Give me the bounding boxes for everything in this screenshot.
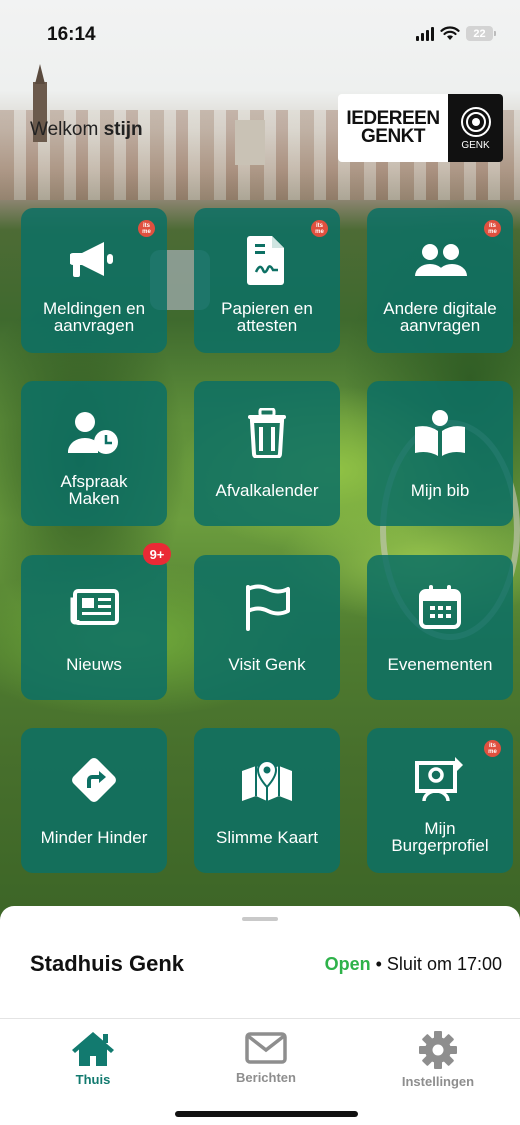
- map-icon: [194, 748, 340, 812]
- status-icons: 22: [416, 26, 496, 41]
- appointment-icon: [21, 401, 167, 465]
- newspaper-icon: [21, 575, 167, 639]
- tile-slimme-kaart[interactable]: Slimme Kaart: [194, 728, 340, 873]
- tile-label: Slimme Kaart: [215, 828, 319, 847]
- tile-evenementen[interactable]: Evenementen: [367, 555, 513, 700]
- tile-mijn-burgerprofiel[interactable]: its me Mijn Burgerprofiel: [367, 728, 513, 873]
- tile-label: Afspraak Maken: [60, 472, 128, 508]
- logo-wordmark: IEDEREEN GENKT: [338, 94, 448, 162]
- nav-label: Thuis: [75, 1072, 111, 1087]
- nav-item-berichten[interactable]: Berichten: [211, 1030, 321, 1085]
- sheet-drag-handle[interactable]: [242, 917, 278, 921]
- genk-swirl-icon: [460, 106, 491, 137]
- status-time: 16:14: [47, 24, 96, 45]
- users-icon: [367, 228, 513, 292]
- welcome-prefix: Welkom: [30, 119, 99, 140]
- genk-badge: GENK: [448, 94, 503, 162]
- status-separator: •: [370, 954, 387, 974]
- tile-label: Papieren en attesten: [221, 299, 313, 335]
- tile-label: Mijn Burgerprofiel: [391, 819, 489, 855]
- nav-label: Berichten: [236, 1070, 296, 1085]
- tile-label: Meldingen en aanvragen: [42, 299, 146, 335]
- profile-icon: [367, 748, 513, 812]
- logo-line2: GENKT: [361, 126, 426, 147]
- open-status: Open: [324, 954, 371, 974]
- home-icon: [72, 1032, 114, 1066]
- opening-hours: Open • Sluit om 17:00: [325, 954, 502, 975]
- wifi-icon: [440, 26, 460, 40]
- flag-icon: [194, 575, 340, 639]
- divider: [0, 1018, 520, 1019]
- tile-minder-hinder[interactable]: Minder Hinder: [21, 728, 167, 873]
- nav-label: Instellingen: [401, 1074, 475, 1089]
- tile-label: Mijn bib: [410, 481, 470, 500]
- megaphone-icon: [21, 228, 167, 292]
- iedereen-genkt-logo: IEDEREEN GENKT GENK: [338, 94, 503, 162]
- cellular-signal-icon: [416, 26, 434, 41]
- bottom-sheet: Stadhuis Genk Open • Sluit om 17:00 Thui…: [0, 906, 520, 1125]
- mail-icon: [245, 1032, 287, 1064]
- tile-visit-genk[interactable]: Visit Genk: [194, 555, 340, 700]
- battery-level: 22: [466, 26, 493, 41]
- tile-label: Visit Genk: [228, 655, 306, 674]
- tile-mijn-bib[interactable]: Mijn bib: [367, 381, 513, 526]
- gear-icon: [419, 1031, 457, 1069]
- tile-nieuws[interactable]: 9+ Nieuws: [21, 543, 171, 700]
- document-icon: [194, 228, 340, 292]
- tile-afvalkalender[interactable]: Afvalkalender: [194, 381, 340, 526]
- genk-badge-text: GENK: [461, 139, 490, 151]
- location-name[interactable]: Stadhuis Genk: [30, 951, 184, 977]
- reader-icon: [367, 401, 513, 465]
- battery-icon: 22: [466, 26, 496, 41]
- welcome-text: Welkom stijn: [30, 119, 143, 141]
- notification-count-badge: 9+: [143, 543, 171, 565]
- tile-label: Minder Hinder: [40, 828, 148, 847]
- closing-time: Sluit om 17:00: [386, 954, 502, 974]
- tile-andere-digitale-aanvragen[interactable]: its me Andere digitale aanvragen: [367, 208, 513, 353]
- tile-label: Afvalkalender: [215, 481, 319, 500]
- bottom-nav: Thuis Berichten Instellingen: [0, 1022, 520, 1092]
- detour-sign-icon: [21, 748, 167, 812]
- user-name: stijn: [103, 119, 143, 140]
- tile-label: Evenementen: [387, 655, 493, 674]
- tile-papieren-en-attesten[interactable]: its me Papieren en attesten: [194, 208, 340, 353]
- tile-label: Nieuws: [66, 655, 122, 674]
- tile-afspraak-maken[interactable]: Afspraak Maken: [21, 381, 167, 526]
- nav-item-thuis[interactable]: Thuis: [38, 1030, 148, 1087]
- home-indicator[interactable]: [175, 1111, 358, 1117]
- tile-label: Andere digitale aanvragen: [383, 299, 497, 335]
- nav-item-instellingen[interactable]: Instellingen: [383, 1030, 493, 1089]
- trash-icon: [194, 401, 340, 465]
- tile-meldingen-en-aanvragen[interactable]: its me Meldingen en aanvragen: [21, 208, 167, 353]
- calendar-icon: [367, 575, 513, 639]
- tall-building: [235, 120, 265, 165]
- status-bar: 16:14 22: [0, 0, 520, 70]
